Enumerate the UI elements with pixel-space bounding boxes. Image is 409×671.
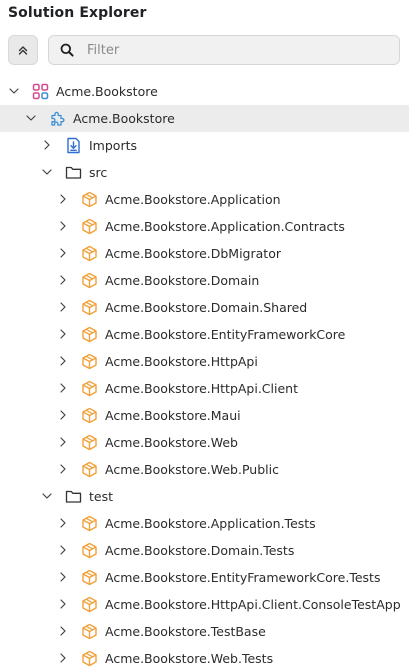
tree-item-label: Acme.Bookstore.HttpApi.Client: [105, 381, 298, 396]
double-chevron-up-icon: [18, 46, 28, 55]
tree-item-label: test: [89, 489, 114, 504]
tree-row-solution[interactable]: Acme.Bookstore: [0, 78, 409, 105]
puzzle-icon: [51, 111, 65, 126]
tree-item-label: Acme.Bookstore.Web.Tests: [105, 651, 274, 666]
filter-input[interactable]: [87, 42, 387, 58]
package-icon: [82, 623, 97, 640]
package-icon: [82, 407, 97, 424]
chevron-right-icon[interactable]: [57, 436, 69, 448]
tree-item-label: Acme.Bookstore.Maui: [105, 408, 241, 423]
tree-item-label: Acme.Bookstore.Domain.Shared: [105, 300, 308, 315]
tree-row-module[interactable]: Acme.Bookstore.HttpApi: [0, 348, 409, 375]
package-icon: [82, 542, 97, 559]
tree-row-module[interactable]: Acme.Bookstore.Web: [0, 429, 409, 456]
package-icon: [82, 515, 97, 532]
tree-row-module[interactable]: Acme.Bookstore.Domain.Shared: [0, 294, 409, 321]
tree-item-label: Acme.Bookstore: [56, 84, 158, 99]
chevron-down-icon[interactable]: [41, 490, 53, 502]
collapse-all-button[interactable]: [8, 35, 38, 65]
tree-row-imports[interactable]: Imports: [0, 132, 409, 159]
chevron-right-icon[interactable]: [57, 625, 69, 637]
chevron-right-icon[interactable]: [57, 247, 69, 259]
folder-icon: [65, 490, 82, 503]
chevron-right-icon[interactable]: [57, 301, 69, 313]
tree-item-label: Acme.Bookstore.Application.Tests: [105, 516, 316, 531]
tree-row-module[interactable]: Acme.Bookstore.Domain.Tests: [0, 537, 409, 564]
package-icon: [82, 218, 97, 235]
tree-row-module[interactable]: Acme.Bookstore.EntityFrameworkCore: [0, 321, 409, 348]
solution-explorer-panel: Solution Explorer Acme.Bookstore: [0, 0, 409, 671]
chevron-right-icon[interactable]: [57, 409, 69, 421]
package-icon: [82, 299, 97, 316]
tree-item-label: Acme.Bookstore.TestBase: [105, 624, 266, 639]
tree-row-module[interactable]: Acme.Bookstore.HttpApi.Client.ConsoleTes…: [0, 591, 409, 618]
package-icon: [82, 191, 97, 208]
chevron-right-icon[interactable]: [57, 517, 69, 529]
package-icon: [82, 596, 97, 613]
chevron-right-icon[interactable]: [57, 193, 69, 205]
tree-item-label: Acme.Bookstore.HttpApi: [105, 354, 258, 369]
tree-row-module[interactable]: Acme.Bookstore.Application.Contracts: [0, 213, 409, 240]
src-folder-children: Acme.Bookstore.Application Acme.Bookstor…: [0, 186, 409, 483]
tree-item-label: Acme.Bookstore.Application: [105, 192, 281, 207]
tree-item-label: Acme.Bookstore.EntityFrameworkCore: [105, 327, 346, 342]
chevron-down-icon[interactable]: [25, 112, 37, 124]
tree-item-label: Acme.Bookstore.Application.Contracts: [105, 219, 345, 234]
chevron-right-icon[interactable]: [41, 139, 53, 151]
package-icon: [82, 461, 97, 478]
solution-tree: Acme.Bookstore Acme.Bookstore Imports sr…: [0, 78, 409, 671]
package-icon: [82, 434, 97, 451]
chevron-right-icon[interactable]: [57, 382, 69, 394]
tree-row-module[interactable]: Acme.Bookstore.Application: [0, 186, 409, 213]
tree-item-label: Acme.Bookstore.EntityFrameworkCore.Tests: [105, 570, 381, 585]
package-icon: [82, 272, 97, 289]
tree-row-module[interactable]: Acme.Bookstore.DbMigrator: [0, 240, 409, 267]
chevron-right-icon[interactable]: [57, 274, 69, 286]
tree-row-module[interactable]: Acme.Bookstore.Application.Tests: [0, 510, 409, 537]
tree-row-module[interactable]: Acme.Bookstore.Domain: [0, 267, 409, 294]
imports-icon: [67, 137, 80, 154]
tree-row-module[interactable]: Acme.Bookstore.HttpApi.Client: [0, 375, 409, 402]
chevron-right-icon[interactable]: [57, 355, 69, 367]
chevron-down-icon[interactable]: [8, 85, 20, 97]
chevron-right-icon[interactable]: [57, 652, 69, 664]
tree-item-label: Imports: [89, 138, 137, 153]
filter-box[interactable]: [48, 35, 400, 65]
chevron-right-icon[interactable]: [57, 598, 69, 610]
chevron-right-icon[interactable]: [57, 463, 69, 475]
chevron-right-icon[interactable]: [57, 220, 69, 232]
tree-item-label: src: [89, 165, 108, 180]
package-icon: [82, 650, 97, 667]
tree-item-label: Acme.Bookstore.DbMigrator: [105, 246, 281, 261]
tree-row-module[interactable]: Acme.Bookstore.Maui: [0, 402, 409, 429]
tree-row-module[interactable]: Acme.Bookstore.EntityFrameworkCore.Tests: [0, 564, 409, 591]
tree-item-label: Acme.Bookstore.Domain.Tests: [105, 543, 295, 558]
chevron-right-icon[interactable]: [57, 571, 69, 583]
package-icon: [82, 380, 97, 397]
tree-item-label: Acme.Bookstore.Web.Public: [105, 462, 279, 477]
tree-item-label: Acme.Bookstore.Domain: [105, 273, 260, 288]
tree-row-folder-test[interactable]: test: [0, 483, 409, 510]
chevron-down-icon[interactable]: [41, 166, 53, 178]
chevron-right-icon[interactable]: [57, 544, 69, 556]
package-icon: [82, 326, 97, 343]
tree-item-label: Acme.Bookstore.HttpApi.Client.ConsoleTes…: [105, 597, 401, 612]
folder-icon: [65, 166, 82, 179]
tree-item-label: Acme.Bookstore: [73, 111, 175, 126]
package-icon: [82, 245, 97, 262]
tree-item-label: Acme.Bookstore.Web: [105, 435, 238, 450]
chevron-right-icon[interactable]: [57, 328, 69, 340]
tree-row-project[interactable]: Acme.Bookstore: [0, 105, 409, 132]
package-icon: [82, 353, 97, 370]
tree-row-module[interactable]: Acme.Bookstore.Web.Public: [0, 456, 409, 483]
solution-icon: [32, 83, 49, 100]
tree-row-folder-src[interactable]: src: [0, 159, 409, 186]
package-icon: [82, 569, 97, 586]
tree-row-module[interactable]: Acme.Bookstore.Web.Tests: [0, 645, 409, 671]
panel-title: Solution Explorer: [8, 5, 147, 21]
tree-row-module[interactable]: Acme.Bookstore.TestBase: [0, 618, 409, 645]
search-icon: [60, 43, 74, 57]
test-folder-children: Acme.Bookstore.Application.Tests Acme.Bo…: [0, 510, 409, 671]
